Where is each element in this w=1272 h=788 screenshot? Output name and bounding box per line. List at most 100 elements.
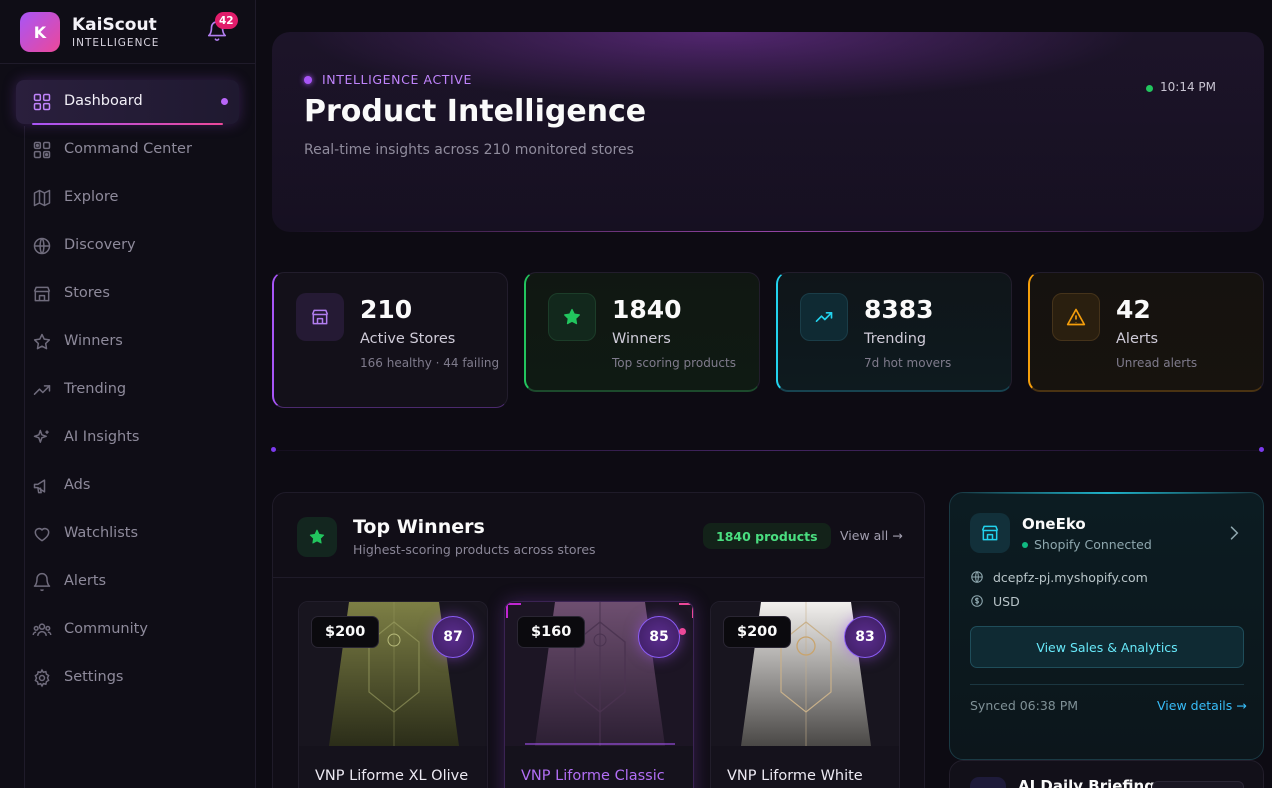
- star-icon: [564, 308, 580, 325]
- sidebar-item-label: Explore: [64, 189, 119, 205]
- sidebar-item-label: Watchlists: [64, 525, 138, 541]
- stat-card-winners[interactable]: 1840 Winners Top scoring products: [524, 272, 760, 392]
- grid-icon: [33, 93, 51, 111]
- sidebar-item-watchlists[interactable]: Watchlists: [16, 512, 239, 556]
- sidebar-item-ai-insights[interactable]: AI Insights: [16, 416, 239, 460]
- product-card[interactable]: $160 85 VNP Liforme Classic: [504, 601, 694, 788]
- sidebar: K KaiScout INTELLIGENCE 42 Dashboard Com…: [0, 0, 256, 788]
- sidebar-item-label: Alerts: [64, 573, 107, 589]
- store-status: Shopify Connected: [1022, 537, 1152, 552]
- synced-time: Synced 06:38 PM: [970, 698, 1079, 713]
- stat-card-trending[interactable]: 8383 Trending 7d hot movers: [776, 272, 1012, 392]
- sidebar-item-label: Trending: [64, 381, 127, 397]
- stat-card-active-stores[interactable]: 210 Active Stores 166 healthy · 44 faili…: [272, 272, 508, 408]
- sidebar-item-discovery[interactable]: Discovery: [16, 224, 239, 268]
- sidebar-item-label: Dashboard: [64, 93, 143, 109]
- map-icon: [33, 189, 51, 207]
- megaphone-icon: [33, 479, 46, 494]
- sidebar-item-ads[interactable]: Ads: [16, 464, 239, 508]
- globe-icon: [971, 571, 983, 583]
- notification-badge: 42: [215, 12, 238, 29]
- stat-sub: Top scoring products: [612, 356, 736, 370]
- store-name: OneEko: [1022, 515, 1086, 533]
- page-subtitle: Real-time insights across 210 monitored …: [304, 142, 634, 158]
- products-count-badge: 1840 products: [703, 523, 831, 549]
- live-dot: [679, 628, 686, 635]
- heart-icon: [34, 527, 50, 542]
- store-icon: [981, 525, 999, 541]
- page-title: Product Intelligence: [304, 94, 647, 129]
- stat-value: 42: [1116, 295, 1151, 324]
- sidebar-item-label: Command Center: [64, 141, 192, 157]
- store-icon: [33, 286, 51, 302]
- stat-sub: Unread alerts: [1116, 356, 1198, 370]
- chevron-right-icon[interactable]: [1224, 523, 1244, 543]
- sidebar-item-community[interactable]: Community: [16, 608, 239, 652]
- product-card[interactable]: $200 87 VNP Liforme XL Olive: [298, 601, 488, 788]
- stat-icon-box: [548, 293, 596, 341]
- price-tag: $200: [723, 616, 792, 648]
- star-icon: [33, 333, 51, 350]
- trending-up-icon: [815, 312, 833, 322]
- sparkles-icon: [970, 777, 1006, 788]
- product-card[interactable]: $200 83 VNP Liforme White: [710, 601, 900, 788]
- sidebar-item-label: Winners: [64, 333, 123, 349]
- view-all-link[interactable]: View all →: [840, 528, 903, 543]
- stat-value: 210: [360, 295, 413, 324]
- stat-label: Alerts: [1116, 331, 1159, 347]
- command-icon: [33, 141, 51, 159]
- product-name[interactable]: VNP Liforme Classic: [521, 766, 686, 786]
- globe-icon: [33, 237, 51, 255]
- stat-icon-box: [800, 293, 848, 341]
- sidebar-item-explore[interactable]: Explore: [16, 176, 239, 220]
- store-card: OneEko Shopify Connected dcepfz-pj.mysho…: [949, 492, 1264, 760]
- stat-sub: 7d hot movers: [864, 356, 952, 370]
- store-domain: dcepfz-pj.myshopify.com: [993, 570, 1148, 585]
- live-clock: 10:14 PM: [1146, 80, 1216, 94]
- gear-icon: [34, 668, 50, 688]
- active-dot: [221, 98, 228, 105]
- hero-banner: INTELLIGENCE ACTIVE Product Intelligence…: [272, 32, 1264, 232]
- stat-label: Trending: [864, 331, 927, 347]
- stat-label: Active Stores: [360, 331, 456, 347]
- stat-sub: 166 healthy · 44 failing: [360, 356, 500, 370]
- ai-briefing-card: AI Daily Briefing: [949, 760, 1264, 788]
- sidebar-item-label: Settings: [64, 669, 124, 685]
- stat-value: 8383: [864, 295, 934, 324]
- store-domain-row: dcepfz-pj.myshopify.com: [970, 570, 1148, 585]
- sidebar-item-command-center[interactable]: Command Center: [16, 128, 239, 172]
- price-tag: $200: [311, 616, 380, 648]
- panel-header-divider: [273, 577, 924, 578]
- section-title: Top Winners: [353, 516, 485, 538]
- sidebar-item-winners[interactable]: Winners: [16, 320, 239, 364]
- store-icon: [311, 309, 329, 325]
- status-kicker: INTELLIGENCE ACTIVE: [304, 72, 472, 87]
- store-icon-box: [970, 513, 1010, 553]
- active-underline: [32, 123, 223, 125]
- sidebar-item-stores[interactable]: Stores: [16, 272, 239, 316]
- stat-label: Winners: [612, 331, 671, 347]
- star-icon: [309, 529, 325, 544]
- section-subtitle: Highest-scoring products across stores: [353, 542, 596, 557]
- stat-icon-box: [296, 293, 344, 341]
- sidebar-item-alerts[interactable]: Alerts: [16, 560, 239, 604]
- view-details-link[interactable]: View details →: [1157, 698, 1247, 713]
- warning-icon: [1066, 308, 1086, 326]
- store-currency-row: USD: [970, 594, 1020, 609]
- brand-logo: K: [20, 12, 60, 52]
- sidebar-item-label: AI Insights: [64, 429, 140, 445]
- sidebar-item-label: Community: [64, 621, 148, 637]
- divider-dot: [1259, 447, 1264, 452]
- winners-icon-box: [297, 517, 337, 557]
- sidebar-item-dashboard[interactable]: Dashboard: [16, 80, 239, 125]
- hero-divider: [292, 231, 1242, 232]
- sidebar-item-trending[interactable]: Trending: [16, 368, 239, 412]
- stat-card-alerts[interactable]: 42 Alerts Unread alerts: [1028, 272, 1264, 392]
- view-sales-analytics-button[interactable]: View Sales & Analytics: [970, 626, 1244, 668]
- product-name[interactable]: VNP Liforme White: [727, 766, 892, 786]
- sparkles-icon: [33, 429, 49, 443]
- sidebar-item-label: Discovery: [64, 237, 136, 253]
- sidebar-item-settings[interactable]: Settings: [16, 656, 239, 700]
- briefing-pill[interactable]: [1152, 781, 1244, 788]
- product-name[interactable]: VNP Liforme XL Olive: [315, 766, 480, 786]
